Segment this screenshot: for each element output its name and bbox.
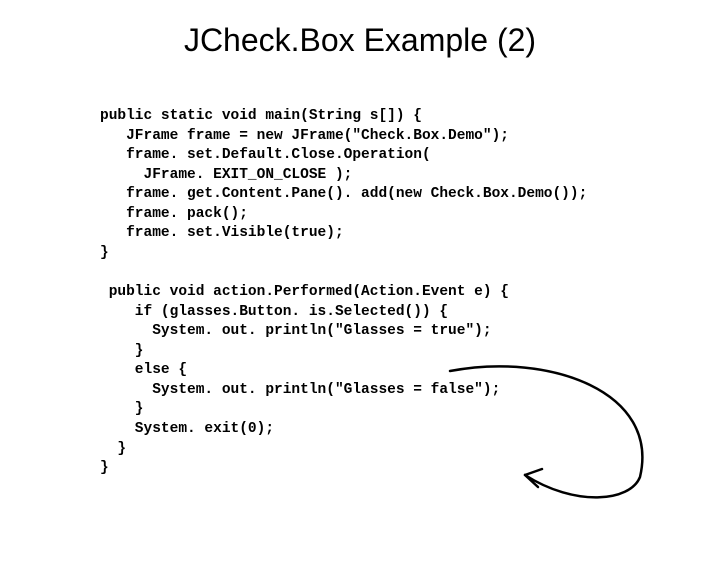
code-block: public static void main(String s[]) { JF… bbox=[100, 107, 720, 479]
slide-title: JCheck.Box Example (2) bbox=[0, 22, 720, 59]
